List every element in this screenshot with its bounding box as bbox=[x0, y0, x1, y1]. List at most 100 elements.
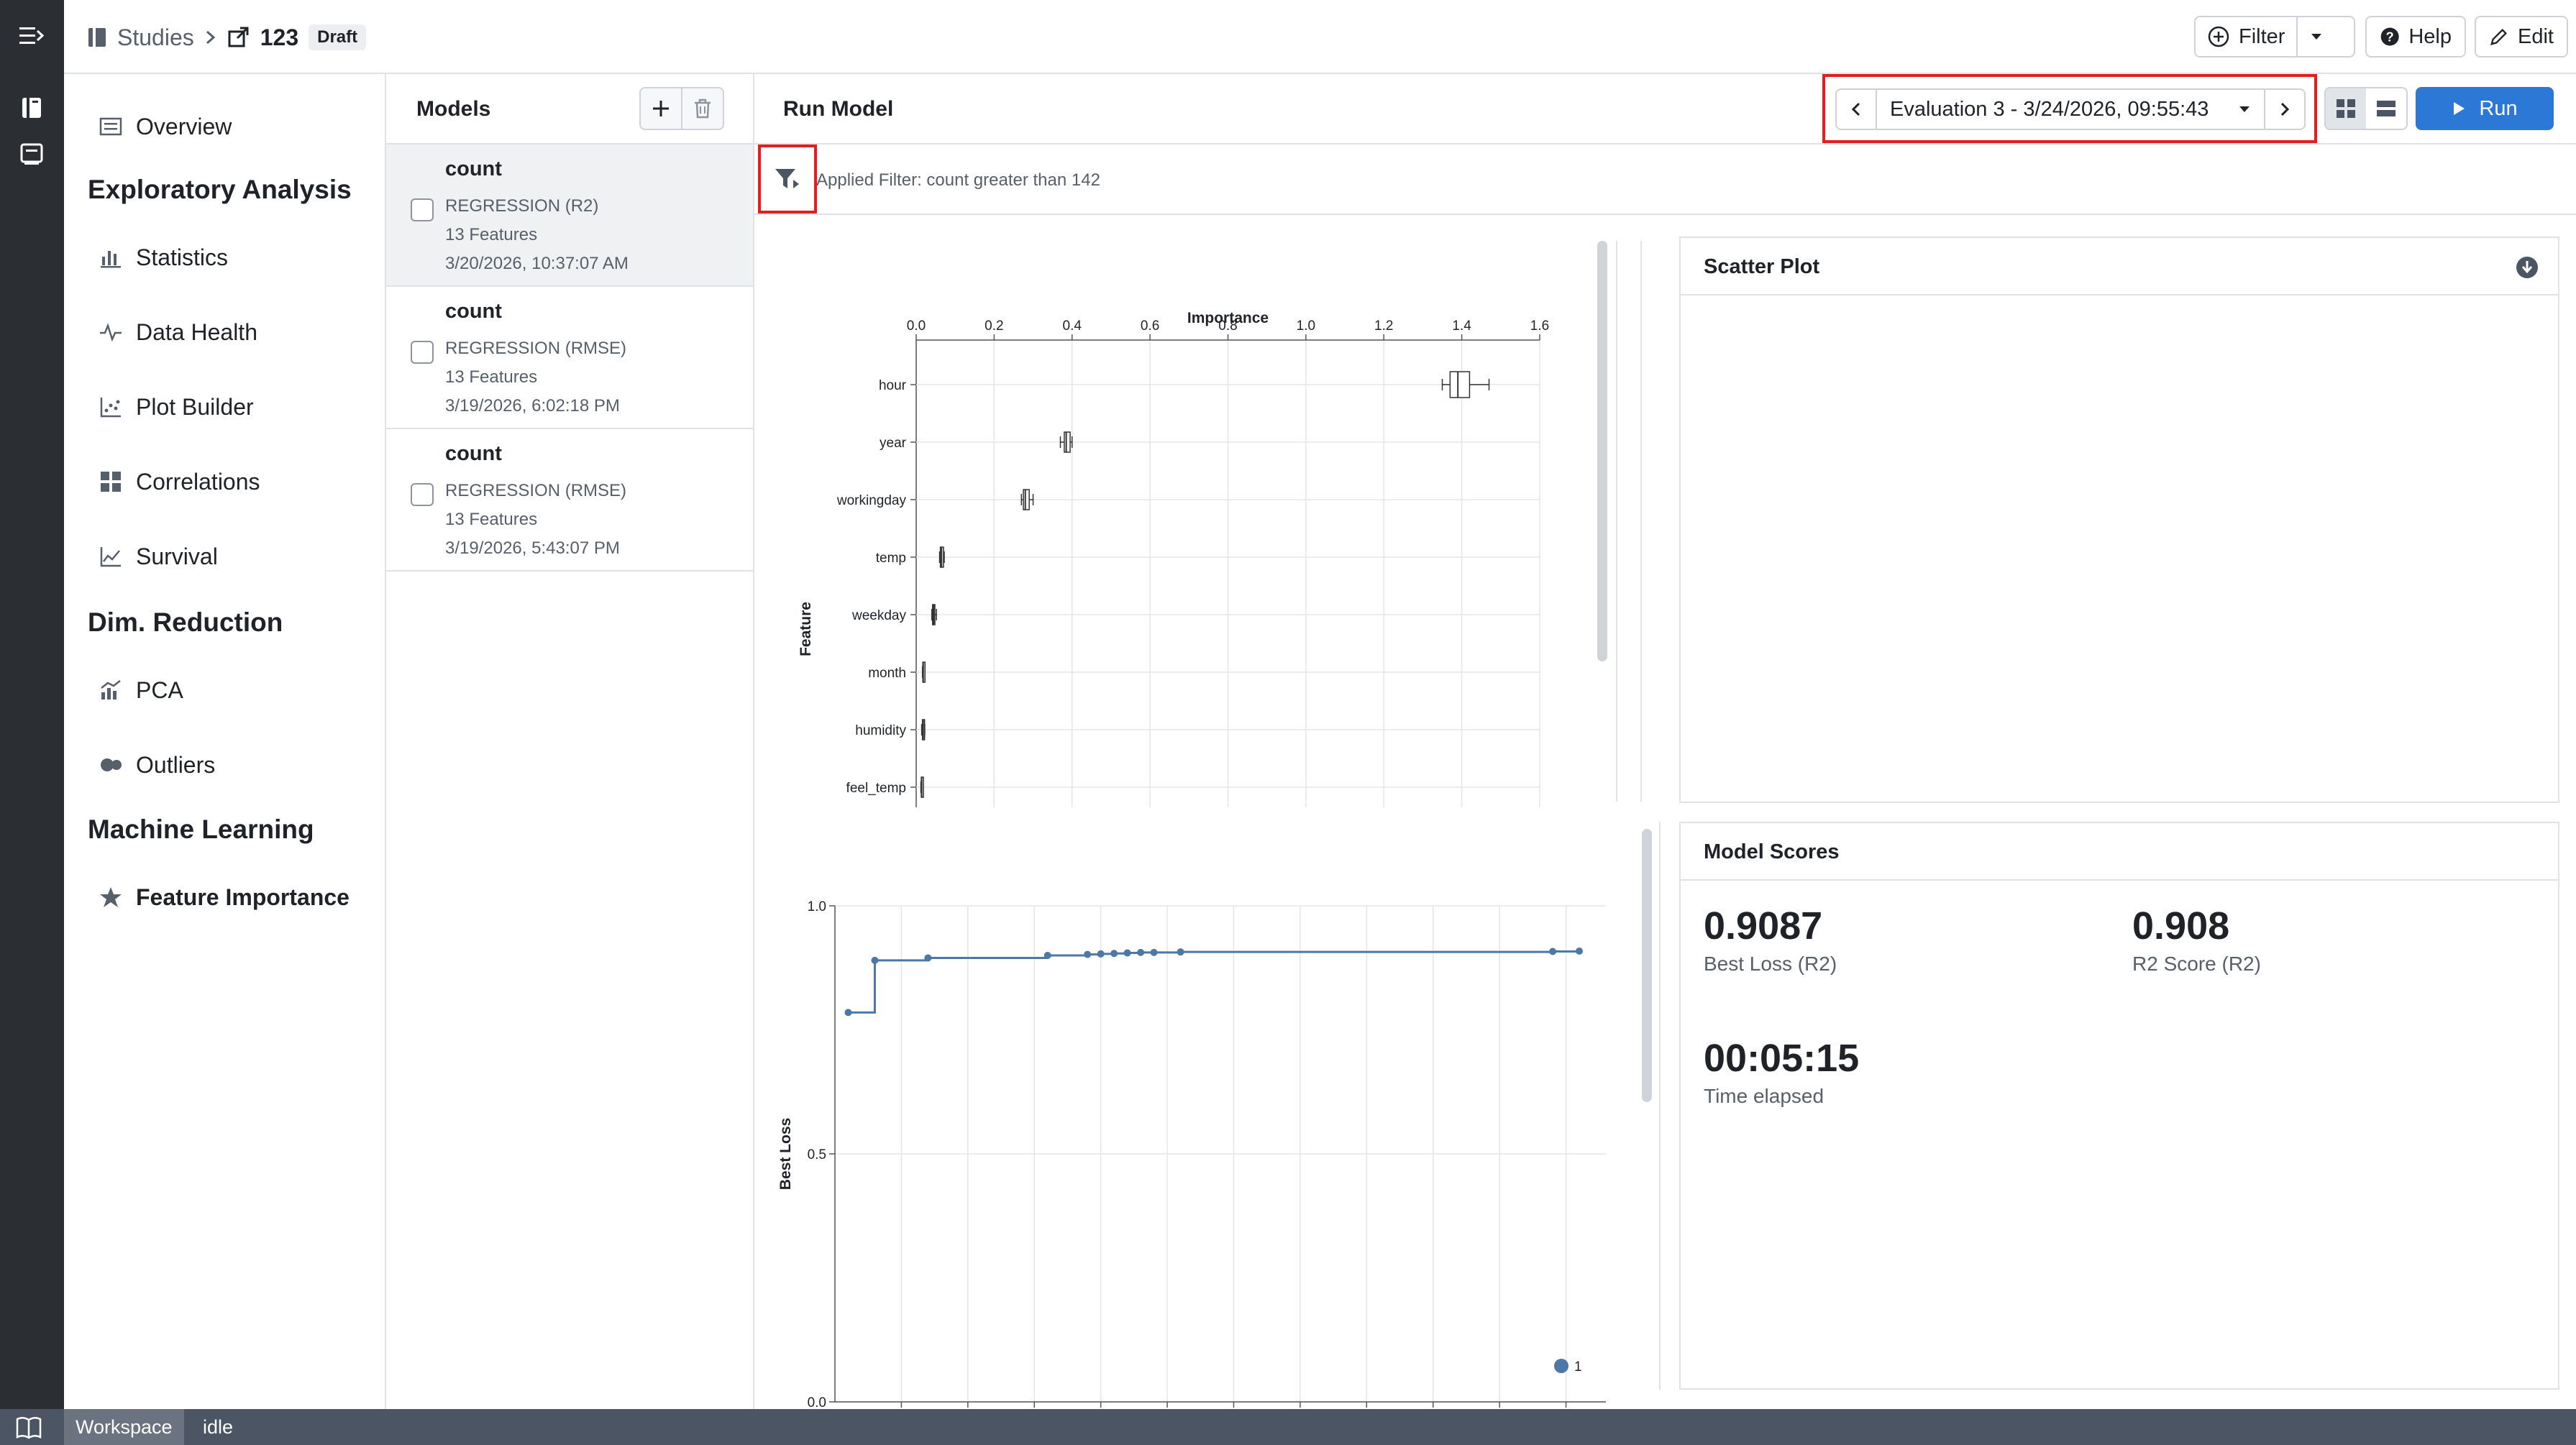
app-rail bbox=[0, 0, 64, 1409]
y-tick-label: month bbox=[868, 666, 906, 681]
run-button[interactable]: Run bbox=[2416, 87, 2554, 130]
nav-item-outliers[interactable]: Outliers bbox=[99, 747, 215, 783]
box bbox=[1023, 489, 1030, 510]
chart-scrollbar[interactable] bbox=[1642, 829, 1652, 1102]
box bbox=[1449, 371, 1471, 398]
run-label: Run bbox=[2479, 96, 2518, 120]
workspace-label[interactable]: Workspace bbox=[64, 1409, 184, 1445]
workspace-icon[interactable] bbox=[16, 138, 47, 170]
menu-toggle-icon[interactable] bbox=[16, 20, 47, 52]
nav-item-survival[interactable]: Survival bbox=[99, 538, 218, 574]
data-point bbox=[1137, 948, 1145, 956]
feature-importance-chart: Importance0.0 0.2 0.4 0.6 0.8 1.0 1.2 1.4 1.6Fea… bbox=[798, 310, 1549, 855]
legend-label: 1 bbox=[1574, 1359, 1582, 1375]
x-tick-label: 1.4 bbox=[1452, 318, 1471, 334]
data-point bbox=[1123, 949, 1131, 957]
data-point bbox=[1549, 948, 1557, 955]
trash-icon bbox=[695, 98, 711, 119]
filter-highlight[interactable] bbox=[758, 144, 817, 214]
run-model-title: Run Model bbox=[783, 97, 894, 121]
line-chart-icon bbox=[100, 547, 121, 567]
y-tick-label: 0.0 bbox=[808, 1395, 826, 1410]
next-evaluation-button[interactable] bbox=[2264, 90, 2304, 129]
filter-button[interactable]: Filter bbox=[2196, 17, 2298, 56]
model-card[interactable]: count REGRESSION (RMSE) 13 Features 3/19… bbox=[386, 287, 753, 429]
model-time: 3/19/2026, 6:02:18 PM bbox=[445, 396, 620, 416]
model-checkbox[interactable] bbox=[411, 198, 434, 221]
y-tick-label: hour bbox=[879, 378, 907, 393]
model-features: 13 Features bbox=[445, 367, 538, 387]
nav-label: Outliers bbox=[136, 751, 216, 778]
data-point bbox=[1043, 952, 1051, 959]
help-circle-icon: ? bbox=[2380, 27, 2399, 46]
best-loss-line bbox=[848, 950, 1581, 1014]
study-id: 123 bbox=[260, 24, 299, 50]
data-point bbox=[844, 1009, 852, 1017]
status-bar: Workspace idle bbox=[0, 1409, 2576, 1445]
nav-label: Survival bbox=[136, 543, 218, 569]
data-point bbox=[1150, 948, 1158, 956]
nav-item-plot-builder[interactable]: Plot Builder bbox=[99, 389, 254, 425]
nav-item-data-health[interactable]: Data Health bbox=[99, 314, 257, 350]
filter-dropdown-button[interactable] bbox=[2298, 17, 2335, 56]
x-tick-label: 1.2 bbox=[1374, 318, 1393, 334]
edit-button[interactable]: Edit bbox=[2475, 16, 2568, 58]
delete-model-button[interactable] bbox=[681, 87, 724, 130]
best-loss-chart-area: 0.00.51.0510152025303540455055Number of … bbox=[754, 811, 1646, 1445]
nav-label: PCA bbox=[136, 676, 183, 703]
y-tick-label: 1.0 bbox=[808, 899, 826, 914]
model-checkbox[interactable] bbox=[411, 483, 434, 506]
external-link-icon[interactable] bbox=[227, 26, 250, 49]
help-label: Help bbox=[2408, 24, 2452, 48]
model-target: count bbox=[445, 300, 502, 323]
chevron-right-icon bbox=[206, 30, 215, 45]
divider bbox=[1616, 241, 1617, 802]
breadcrumb-studies[interactable]: Studies bbox=[117, 24, 194, 51]
star-icon bbox=[100, 887, 122, 907]
nav-label: Feature Importance bbox=[136, 884, 350, 910]
help-button[interactable]: ? Help bbox=[2365, 16, 2466, 58]
score-label: R2 Score (R2) bbox=[2132, 953, 2261, 975]
data-point bbox=[871, 956, 879, 964]
x-tick-label: 1.0 bbox=[1297, 318, 1315, 334]
y-tick-label: year bbox=[880, 436, 907, 451]
list-view-button[interactable] bbox=[2366, 88, 2406, 129]
add-model-button[interactable] bbox=[639, 87, 682, 130]
evaluation-dropdown[interactable]: Evaluation 3 - 3/24/2026, 09:55:43 bbox=[1877, 90, 2264, 129]
model-features: 13 Features bbox=[445, 225, 538, 244]
download-icon[interactable] bbox=[2515, 255, 2539, 280]
prev-evaluation-button[interactable] bbox=[1837, 90, 1877, 129]
data-point bbox=[924, 954, 932, 962]
box bbox=[1064, 431, 1071, 453]
score-value: 0.908 bbox=[2132, 904, 2230, 948]
nav-item-correlations[interactable]: Correlations bbox=[99, 464, 260, 500]
model-checkbox[interactable] bbox=[411, 341, 434, 364]
studies-icon[interactable] bbox=[16, 92, 47, 124]
studies-book-icon bbox=[88, 28, 106, 47]
applied-filter-text: Applied Filter: count greater than 142 bbox=[816, 170, 1100, 190]
plus-circle-icon bbox=[2208, 26, 2229, 47]
nav-item-overview[interactable]: Overview bbox=[99, 109, 232, 144]
model-card[interactable]: count REGRESSION (R2) 13 Features 3/20/2… bbox=[386, 144, 753, 287]
nav-item-statistics[interactable]: Statistics bbox=[99, 239, 228, 275]
model-time: 3/19/2026, 5:43:07 PM bbox=[445, 538, 620, 558]
kernel-status: idle bbox=[203, 1416, 234, 1438]
model-type: REGRESSION (RMSE) bbox=[445, 339, 627, 358]
score-label: Time elapsed bbox=[1704, 1085, 1824, 1107]
models-panel: Models count REGRESSION (R2) 13 Features… bbox=[386, 74, 754, 1409]
model-card[interactable]: count REGRESSION (RMSE) 13 Features 3/19… bbox=[386, 429, 753, 572]
evaluation-selector: Evaluation 3 - 3/24/2026, 09:55:43 bbox=[1835, 88, 2306, 130]
chart-scrollbar[interactable] bbox=[1597, 241, 1607, 661]
divider bbox=[1659, 822, 1661, 1390]
nav-item-feature-importance[interactable]: Feature Importance bbox=[99, 879, 350, 915]
funnel-icon bbox=[775, 169, 799, 188]
data-point bbox=[1084, 950, 1092, 958]
data-point bbox=[1110, 950, 1118, 958]
book-icon[interactable] bbox=[14, 1413, 43, 1442]
model-scores-panel: Model Scores 0.9087 Best Loss (R2) 0.908… bbox=[1679, 822, 2559, 1390]
grid-view-button[interactable] bbox=[2326, 88, 2366, 129]
model-target: count bbox=[445, 157, 502, 180]
pencil-icon bbox=[2490, 29, 2507, 45]
caret-down-icon bbox=[2311, 34, 2322, 40]
nav-item-pca[interactable]: PCA bbox=[99, 672, 183, 708]
